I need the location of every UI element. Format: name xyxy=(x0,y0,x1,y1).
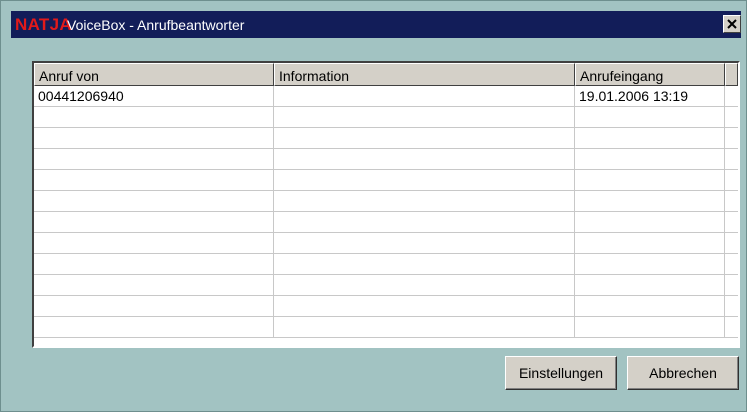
column-header-anruf-von[interactable]: Anruf von xyxy=(34,63,274,86)
table-row[interactable] xyxy=(34,149,738,170)
cell-information xyxy=(274,107,575,128)
cell-anrufeingang xyxy=(575,317,725,338)
table-row[interactable] xyxy=(34,275,738,296)
cell-anruf-von xyxy=(34,296,274,317)
cell-information xyxy=(274,233,575,254)
table-row[interactable] xyxy=(34,128,738,149)
cell-anruf-von xyxy=(34,170,274,191)
cell-information xyxy=(274,191,575,212)
dialog-window: NATJA VoiceBox - Anrufbeantworter Anruf … xyxy=(0,0,747,412)
table-row[interactable] xyxy=(34,317,738,338)
cell-anrufeingang xyxy=(575,149,725,170)
cell-information xyxy=(274,86,575,107)
cell-information xyxy=(274,149,575,170)
cell-anrufeingang: 19.01.2006 13:19 xyxy=(575,86,725,107)
window-title: VoiceBox - Anrufbeantworter xyxy=(67,17,245,33)
cell-anruf-von: 00441206940 xyxy=(34,86,274,107)
table-row[interactable] xyxy=(34,296,738,317)
cell-anruf-von xyxy=(34,149,274,170)
cell-information xyxy=(274,128,575,149)
cell-information xyxy=(274,317,575,338)
table-row[interactable] xyxy=(34,254,738,275)
cell-anrufeingang xyxy=(575,170,725,191)
table-row[interactable] xyxy=(34,233,738,254)
cell-information xyxy=(274,170,575,191)
cell-anrufeingang xyxy=(575,275,725,296)
settings-button[interactable]: Einstellungen xyxy=(505,356,617,390)
cell-anrufeingang xyxy=(575,254,725,275)
cancel-button[interactable]: Abbrechen xyxy=(627,356,739,390)
brand-logo: NATJA xyxy=(15,15,72,34)
table-row[interactable] xyxy=(34,107,738,128)
cell-anruf-von xyxy=(34,191,274,212)
cell-anruf-von xyxy=(34,317,274,338)
cell-information xyxy=(274,296,575,317)
cell-anruf-von xyxy=(34,233,274,254)
cell-information xyxy=(274,254,575,275)
table-row[interactable] xyxy=(34,170,738,191)
title-bar: NATJA VoiceBox - Anrufbeantworter xyxy=(11,11,741,38)
cell-anrufeingang xyxy=(575,128,725,149)
cell-anrufeingang xyxy=(575,107,725,128)
cell-anruf-von xyxy=(34,275,274,296)
cell-anrufeingang xyxy=(575,296,725,317)
table-row[interactable]: 00441206940 19.01.2006 13:19 xyxy=(34,86,738,107)
table-row[interactable] xyxy=(34,191,738,212)
calls-table: Anruf von Information Anrufeingang 00441… xyxy=(32,61,740,348)
cell-information xyxy=(274,212,575,233)
cell-anrufeingang xyxy=(575,191,725,212)
column-header-anrufeingang[interactable]: Anrufeingang xyxy=(575,63,725,86)
table-row[interactable] xyxy=(34,212,738,233)
cell-anruf-von xyxy=(34,254,274,275)
cell-information xyxy=(274,275,575,296)
cell-anrufeingang xyxy=(575,212,725,233)
table-header: Anruf von Information Anrufeingang xyxy=(34,63,738,86)
close-button[interactable] xyxy=(723,15,741,33)
cell-anruf-von xyxy=(34,128,274,149)
column-header-filler xyxy=(725,63,738,86)
cell-anrufeingang xyxy=(575,233,725,254)
column-header-information[interactable]: Information xyxy=(274,63,575,86)
cell-anruf-von xyxy=(34,212,274,233)
close-icon xyxy=(727,19,737,29)
cell-anruf-von xyxy=(34,107,274,128)
